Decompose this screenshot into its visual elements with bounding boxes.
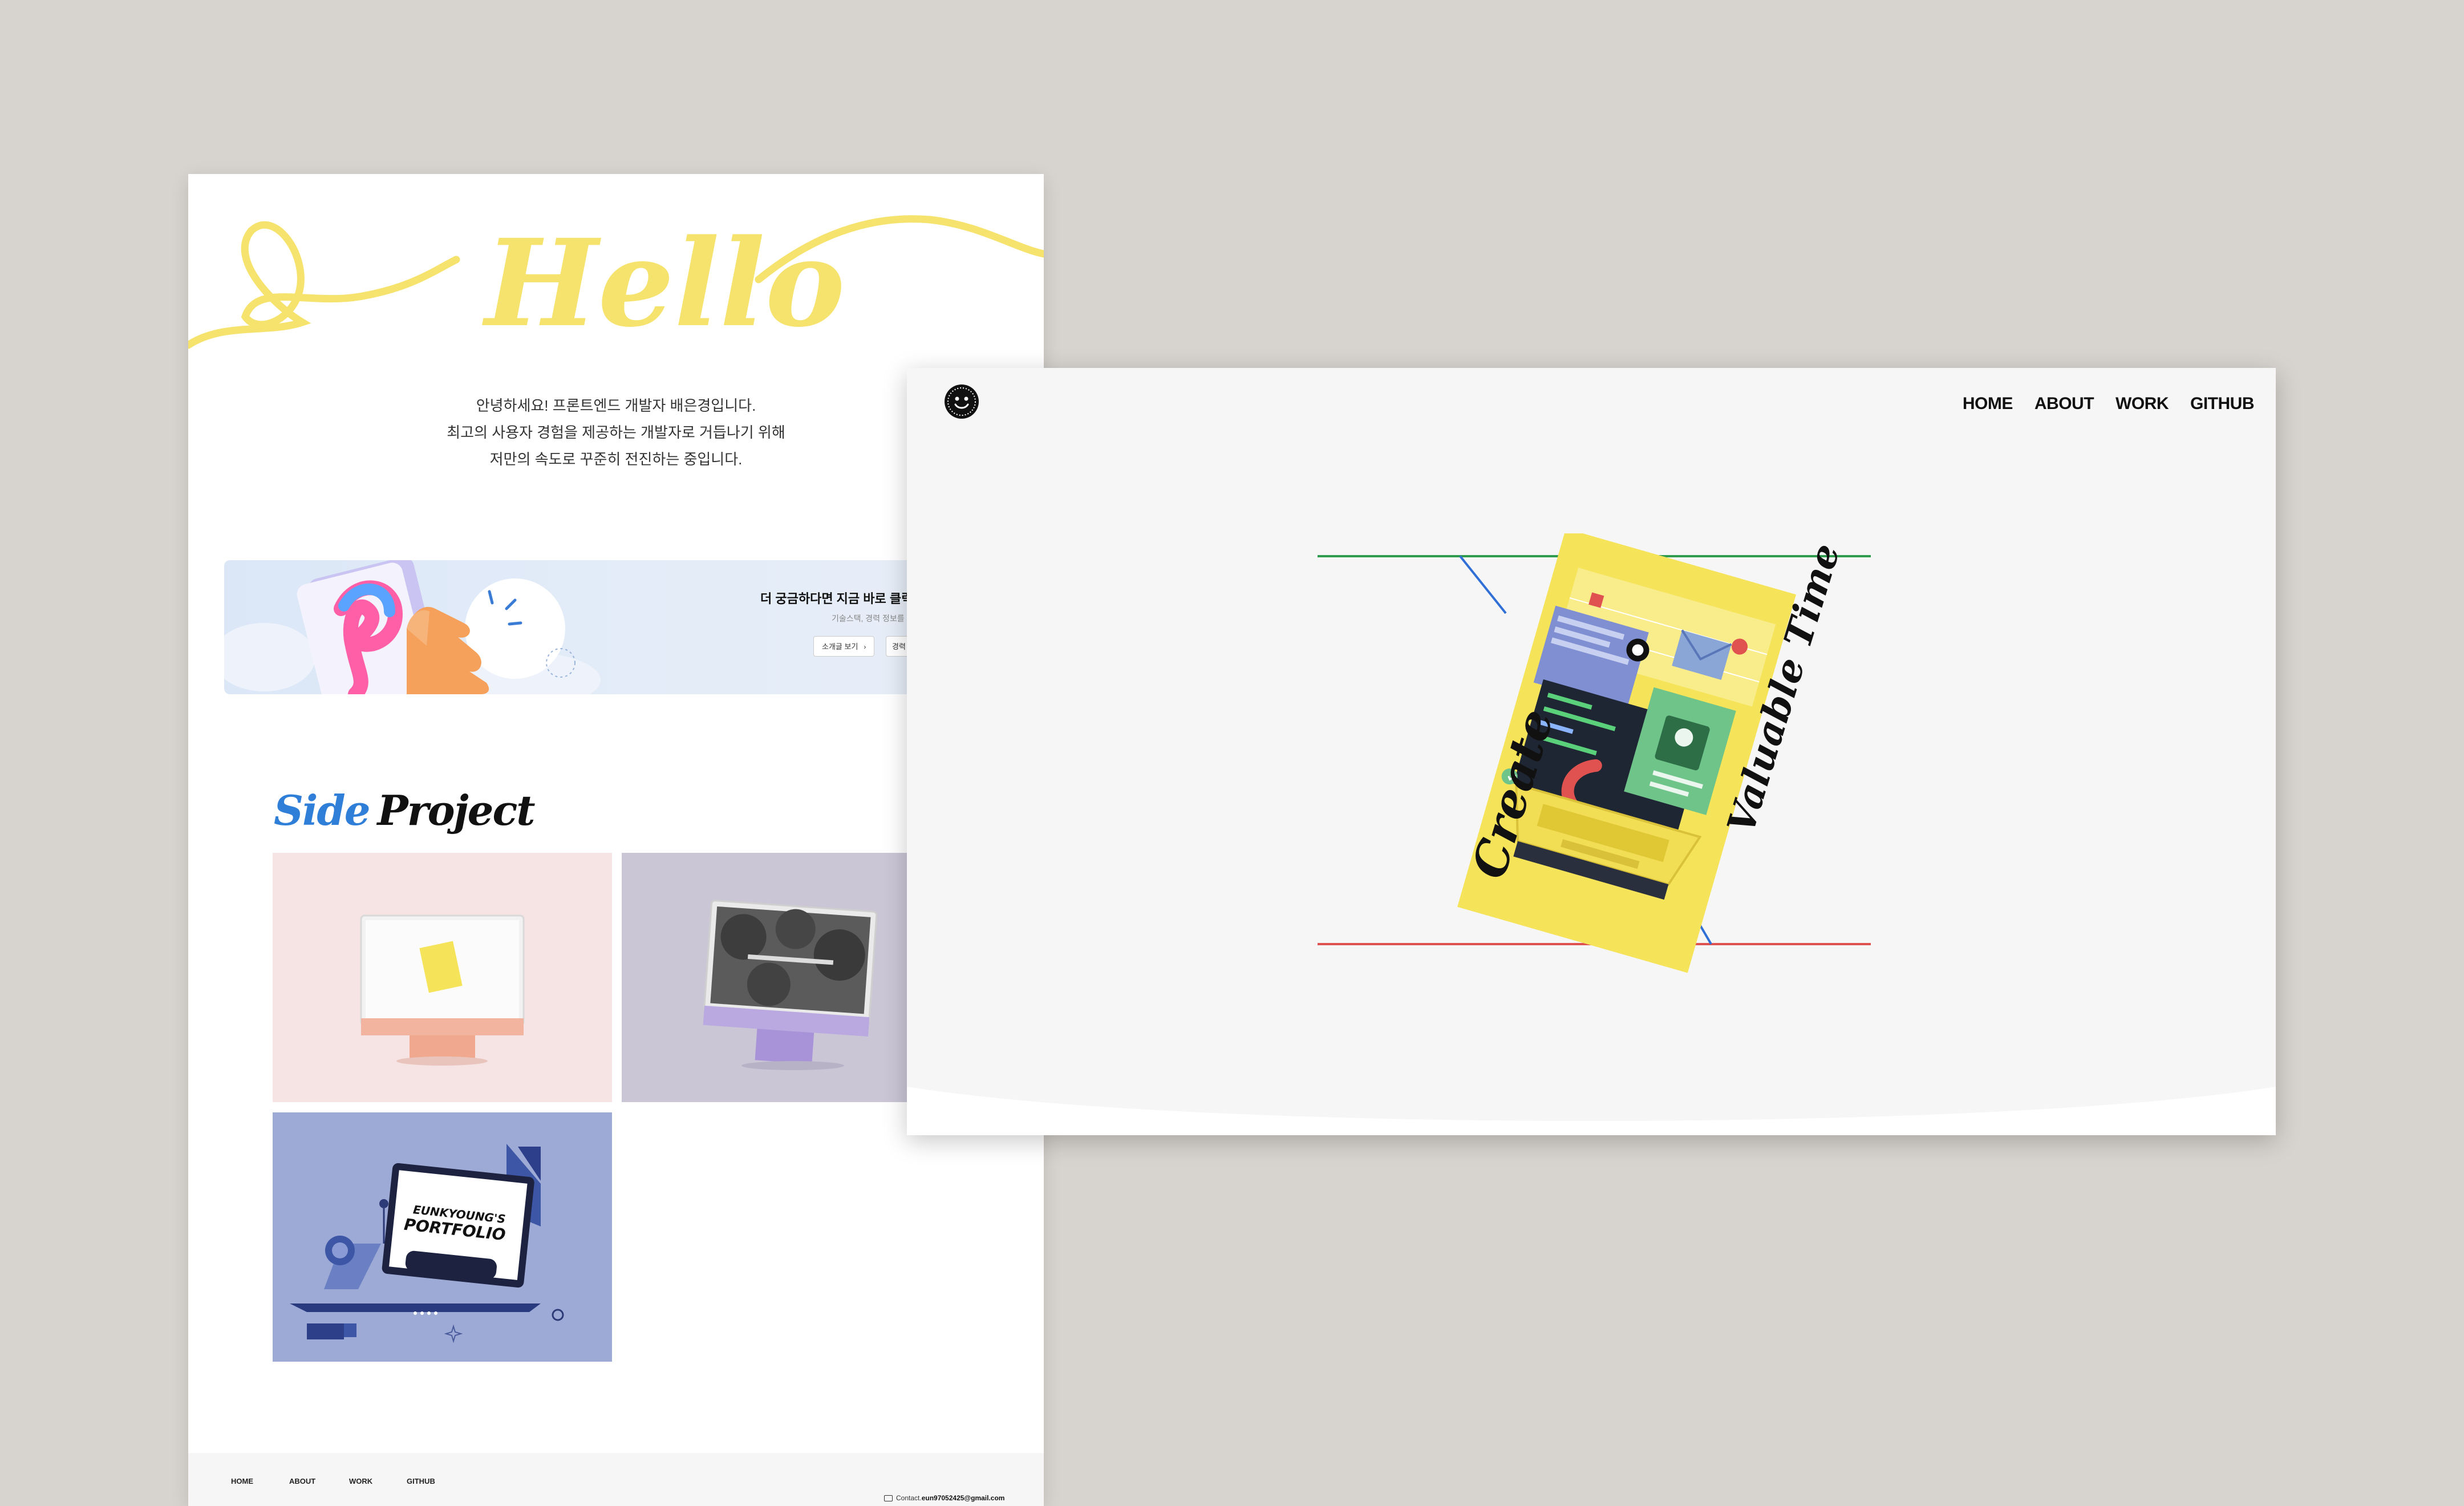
side-word: Side	[274, 786, 370, 835]
smiley-logo-icon[interactable]	[943, 383, 980, 420]
view-intro-button[interactable]: 소개글 보기 ›	[813, 636, 875, 657]
imac-pink-mockup	[360, 914, 525, 1066]
footer-link-about[interactable]: ABOUT	[289, 1477, 315, 1485]
hero-illustration: Create Valuable Time	[1318, 533, 1871, 973]
footer-link-work[interactable]: WORK	[349, 1477, 372, 1485]
portfolio-hero-page: HOME ABOUT WORK GITHUB Create Valuable T…	[907, 368, 2276, 1135]
main-nav: HOME ABOUT WORK GITHUB	[1963, 394, 2255, 414]
banner-subtitle: 기술스택, 경력 정보를 ·	[832, 614, 910, 623]
footer-contact[interactable]: Contact.eun97052425@gmail.com	[884, 1494, 1004, 1502]
touch-illustration	[224, 560, 601, 694]
nav-home[interactable]: HOME	[1963, 394, 2013, 414]
contact-label: Contact.	[896, 1494, 922, 1502]
project-word: Project	[377, 786, 536, 835]
mail-icon	[884, 1495, 893, 1501]
project-card-3[interactable]: EUNKYOUNG'S PORTFOLIO	[273, 1112, 612, 1362]
nav-github[interactable]: GITHUB	[2190, 394, 2255, 414]
view-intro-label: 소개글 보기	[822, 642, 858, 651]
hello-script-art: Hello	[188, 213, 1044, 354]
footer-link-github[interactable]: GITHUB	[407, 1477, 435, 1485]
side-project-heading: Side Project	[274, 786, 536, 835]
banner-title: 더 궁금하다면 지금 바로 클릭	[760, 592, 913, 606]
project-card-1[interactable]	[273, 853, 612, 1102]
chevron-right-icon: ›	[864, 643, 866, 651]
bottom-wave	[907, 1087, 2276, 1135]
hello-word: Hello	[482, 213, 845, 354]
footer-link-home[interactable]: HOME	[231, 1477, 253, 1485]
career-label: 경력	[892, 642, 906, 651]
page-footer: HOME ABOUT WORK GITHUB Contact.eun970524…	[188, 1453, 1044, 1506]
contact-email: eun97052425@gmail.com	[921, 1494, 1005, 1502]
nav-about[interactable]: ABOUT	[2035, 394, 2094, 414]
nav-work[interactable]: WORK	[2116, 394, 2169, 414]
laptop-mockup: EUNKYOUNG'S PORTFOLIO	[290, 1144, 564, 1343]
